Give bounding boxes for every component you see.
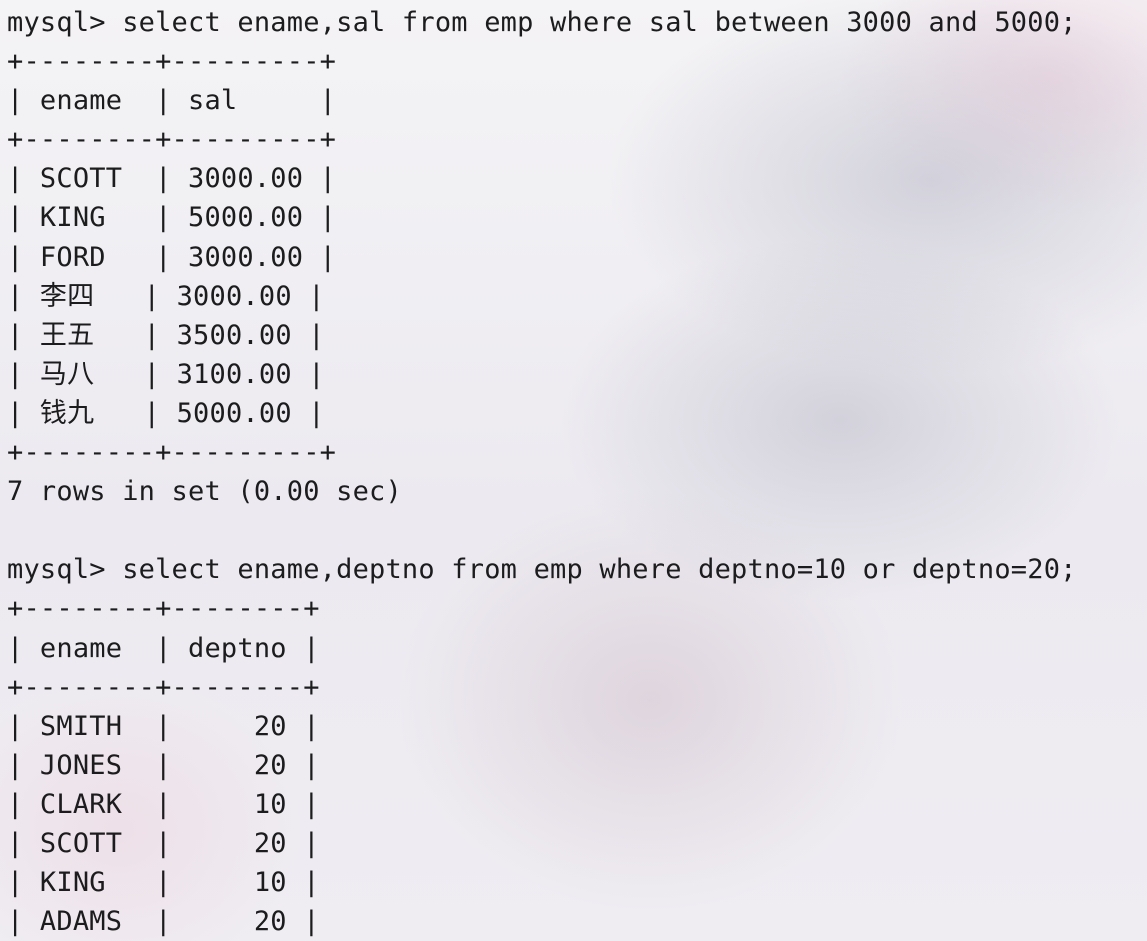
table-1-border-bottom: +--------+---------+ — [7, 437, 337, 469]
table-2-border-top: +--------+--------+ — [7, 593, 320, 625]
table-1-header-separator: +--------+---------+ — [7, 124, 337, 156]
table-2-row: | ADAMS | 20 | — [7, 906, 320, 938]
query-1-result-summary: 7 rows in set (0.00 sec) — [7, 476, 402, 508]
table-1-row: | 王五 | 3500.00 | — [7, 319, 325, 351]
table-1-row: | SCOTT | 3000.00 | — [7, 163, 337, 195]
query-1-prompt-line: mysql> select ename,sal from emp where s… — [7, 7, 1077, 38]
table-2-row: | SMITH | 20 | — [7, 710, 320, 742]
table-1-row: | KING | 5000.00 | — [7, 202, 337, 234]
table-2-row: | JONES | 20 | — [7, 749, 320, 781]
table-1-row: | 李四 | 3000.00 | — [7, 280, 325, 312]
table-1-row: | 马八 | 3100.00 | — [7, 358, 325, 390]
mysql-terminal-output[interactable]: mysql> select ename,sal from emp where s… — [7, 3, 1077, 941]
table-2-header-separator: +--------+--------+ — [7, 671, 320, 703]
query-2-prompt-line: mysql> select ename,deptno from emp wher… — [7, 554, 1077, 586]
table-2-row: | CLARK | 10 | — [7, 788, 320, 820]
table-2-header-row: | ename | deptno | — [7, 632, 320, 664]
table-1-header-row: | ename | sal | — [7, 85, 337, 117]
table-2-row: | KING | 10 | — [7, 867, 320, 899]
table-2-row: | SCOTT | 20 | — [7, 827, 320, 859]
table-1-border-top: +--------+---------+ — [7, 46, 337, 78]
table-1-row: | FORD | 3000.00 | — [7, 241, 337, 273]
table-1-row: | 钱九 | 5000.00 | — [7, 397, 325, 429]
